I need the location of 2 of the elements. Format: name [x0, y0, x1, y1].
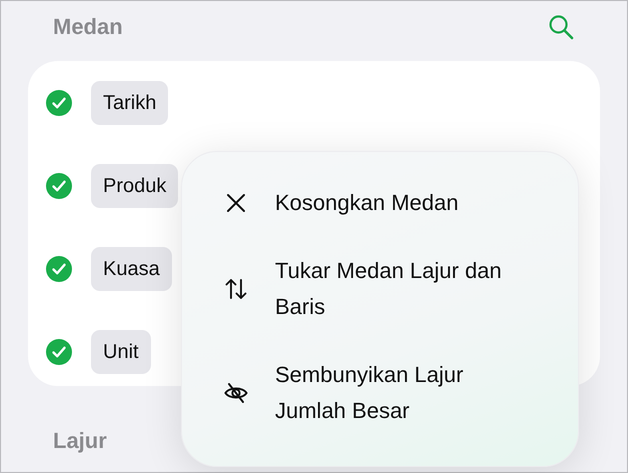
section-title: Lajur [53, 428, 108, 454]
section-title: Medan [53, 14, 123, 40]
